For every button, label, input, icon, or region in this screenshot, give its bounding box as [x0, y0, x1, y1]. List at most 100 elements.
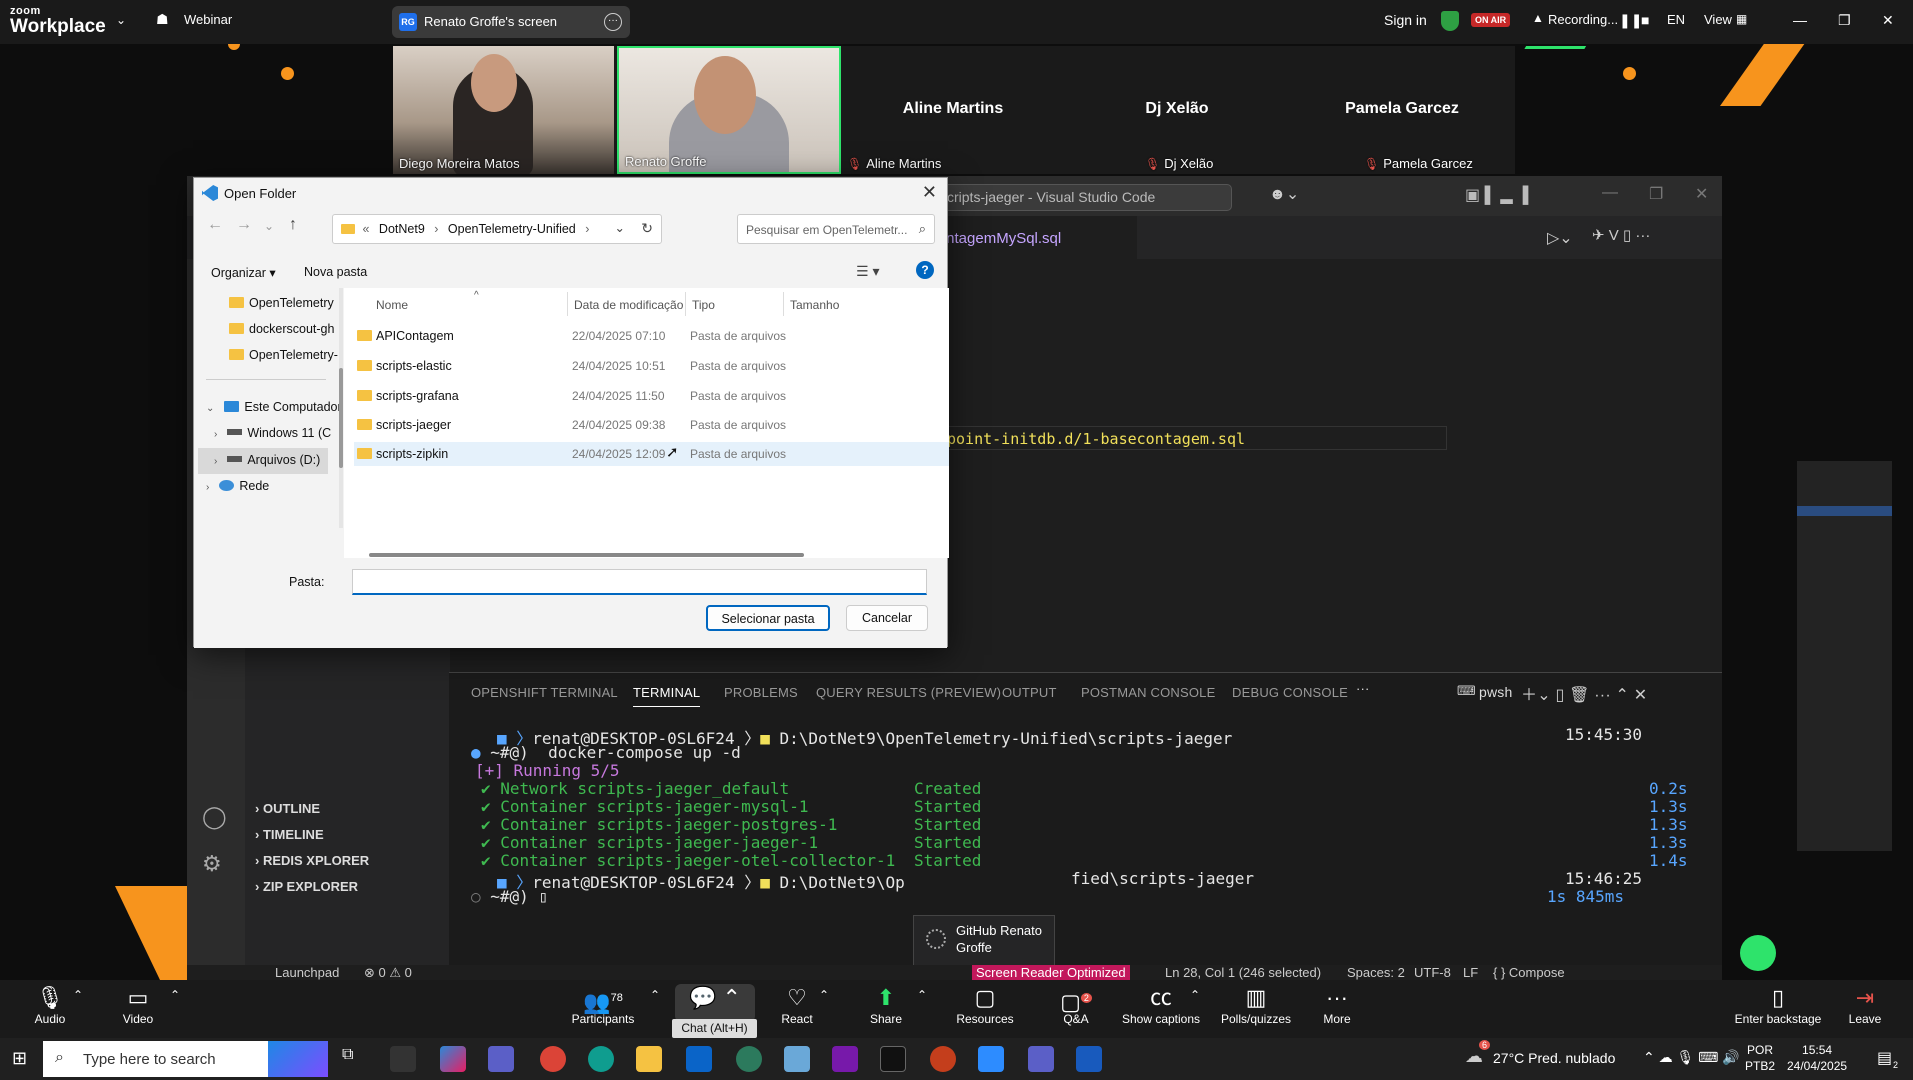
- edge-app-icon[interactable]: [588, 1046, 614, 1072]
- section-timeline[interactable]: › TIMELINE: [255, 827, 324, 842]
- recent-icon[interactable]: ⌄: [264, 219, 274, 233]
- view-options-icon[interactable]: ☰ ▾: [856, 263, 879, 280]
- polls-button[interactable]: ▥ Polls/quizzes: [1215, 984, 1297, 1026]
- column-type[interactable]: Tipo: [692, 298, 715, 312]
- indentation[interactable]: Spaces: 2: [1347, 965, 1405, 980]
- enter-backstage-button[interactable]: ▯ Enter backstage: [1733, 984, 1823, 1026]
- language-label[interactable]: EN: [1667, 12, 1685, 27]
- audio-options-icon[interactable]: ⌃: [73, 988, 83, 1002]
- cursor-position[interactable]: Ln 28, Col 1 (246 selected): [1165, 965, 1321, 980]
- participant-tile[interactable]: Aline Martins 🎙 Aline Martins: [841, 46, 1065, 174]
- outlook-app-icon[interactable]: [686, 1046, 712, 1072]
- tree-item[interactable]: OpenTelemetry: [229, 296, 344, 310]
- run-icon[interactable]: ▷⌄: [1547, 228, 1573, 248]
- layout-icon[interactable]: ▣ ▌ ▂ ▐: [1465, 185, 1528, 205]
- react-options-icon[interactable]: ⌃: [819, 988, 829, 1002]
- copilot-icon[interactable]: ☻⌄: [1269, 184, 1299, 204]
- app-icon[interactable]: [736, 1046, 762, 1072]
- back-icon[interactable]: ←: [207, 216, 223, 234]
- captions-options-icon[interactable]: ⌃: [1190, 988, 1200, 1002]
- tab-postman[interactable]: POSTMAN CONSOLE: [1081, 685, 1215, 700]
- settings-gear-icon[interactable]: ⚙: [202, 851, 222, 877]
- screen-reader-item[interactable]: Screen Reader Optimized: [972, 965, 1130, 980]
- more-options-icon[interactable]: ···: [604, 13, 622, 31]
- chevron-right-icon[interactable]: ›: [214, 429, 217, 440]
- copilot-app-icon[interactable]: [440, 1046, 466, 1072]
- powerpoint-app-icon[interactable]: [930, 1046, 956, 1072]
- audio-button[interactable]: 🎙 Audio: [30, 984, 70, 1026]
- command-center[interactable]: scripts-jaeger - Visual Studio Code: [927, 184, 1232, 211]
- tab-openshift[interactable]: OPENSHIFT TERMINAL: [471, 685, 618, 700]
- scroll-thumb[interactable]: [339, 368, 343, 468]
- organize-menu[interactable]: Organizar ▾: [211, 265, 276, 280]
- console-app-icon[interactable]: [880, 1046, 906, 1072]
- tab-terminal[interactable]: TERMINAL: [633, 685, 701, 707]
- section-outline[interactable]: › OUTLINE: [255, 801, 320, 816]
- new-folder-button[interactable]: Nova pasta: [304, 265, 367, 279]
- column-name[interactable]: Nome: [376, 298, 408, 312]
- more-icon[interactable]: ···: [1356, 681, 1370, 696]
- close-icon[interactable]: ✕: [1695, 184, 1708, 204]
- folder-row[interactable]: scripts-grafana 24/04/2025 11:50 Pasta de …: [354, 384, 949, 408]
- tree-item[interactable]: ⌄ Este Computador: [206, 400, 344, 414]
- stop-icon[interactable]: ■: [1641, 12, 1649, 28]
- teams-app-icon[interactable]: [488, 1046, 514, 1072]
- tab-problems[interactable]: PROBLEMS: [724, 685, 798, 700]
- participants-button[interactable]: 👥78 Participants: [567, 984, 639, 1026]
- tree-item[interactable]: › Windows 11 (C: [214, 426, 344, 440]
- tab-output[interactable]: OUTPUT: [1002, 685, 1057, 700]
- more-button[interactable]: ··· More: [1320, 984, 1354, 1026]
- up-icon[interactable]: ↑: [289, 216, 297, 234]
- encoding[interactable]: UTF-8: [1414, 965, 1451, 980]
- cancel-button[interactable]: Cancelar: [846, 605, 928, 631]
- taskbar-search[interactable]: ⌕ Type here to search: [43, 1041, 328, 1077]
- tab-debug[interactable]: DEBUG CONSOLE: [1232, 685, 1348, 700]
- forward-icon[interactable]: →: [236, 216, 252, 234]
- language-mode[interactable]: { } Compose: [1493, 965, 1565, 980]
- expand-icon[interactable]: ⌄: [206, 403, 214, 414]
- address-bar[interactable]: « DotNet9 › OpenTelemetry-Unified › ⌄ ↻: [332, 214, 662, 244]
- breadcrumb-item[interactable]: OpenTelemetry-Unified: [448, 222, 576, 236]
- close-icon[interactable]: ✕: [1882, 12, 1894, 29]
- tab-query-results[interactable]: QUERY RESULTS (PREVIEW): [816, 685, 1001, 700]
- horizontal-scrollbar[interactable]: [369, 553, 804, 557]
- folder-row[interactable]: APIContagem 22/04/2025 07:10 Pasta de arqu…: [354, 324, 949, 348]
- video-button[interactable]: ▭ Video: [118, 984, 158, 1026]
- qa-button[interactable]: ▢ 2 Q&A: [1056, 984, 1096, 1026]
- resources-button[interactable]: ▢ Resources: [955, 984, 1015, 1026]
- participant-tile[interactable]: Dj Xelão 🎙 Dj Xelão: [1065, 46, 1289, 174]
- help-icon[interactable]: ?: [916, 261, 934, 279]
- toolbar-icons[interactable]: ✈ V ▯ ···: [1592, 226, 1650, 244]
- eol[interactable]: LF: [1463, 965, 1478, 980]
- sign-in-link[interactable]: Sign in: [1384, 12, 1427, 28]
- pause-icon[interactable]: ❚❚: [1619, 12, 1642, 29]
- folder-name-input[interactable]: [352, 569, 927, 595]
- webinar-label[interactable]: Webinar: [184, 12, 232, 27]
- input-language[interactable]: POR PTB2: [1745, 1042, 1775, 1074]
- zoom-app-icon[interactable]: [978, 1046, 1004, 1072]
- word-app-icon[interactable]: [1076, 1046, 1102, 1072]
- participant-tile[interactable]: Pamela Garcez 🎙 Pamela Garcez: [1289, 46, 1515, 174]
- view-menu[interactable]: View: [1704, 12, 1732, 27]
- section-zip[interactable]: › ZIP EXPLORER: [255, 879, 358, 894]
- chevron-down-icon[interactable]: ⌄: [116, 13, 126, 27]
- breadcrumb-item[interactable]: DotNet9: [379, 222, 425, 236]
- column-date[interactable]: Data de modificação: [574, 298, 683, 312]
- tray-icons[interactable]: ⌃ ☁ 🎙 ⌨ 🔊: [1643, 1049, 1740, 1066]
- folder-row[interactable]: scripts-jaeger 24/04/2025 09:38 Pasta de a…: [354, 413, 949, 437]
- windows-start-icon[interactable]: ⊞: [12, 1048, 27, 1069]
- address-dropdown-icon[interactable]: ⌄: [615, 220, 625, 235]
- tree-item[interactable]: dockerscout-gh: [229, 322, 344, 336]
- shell-name[interactable]: pwsh: [1479, 684, 1512, 700]
- close-icon[interactable]: ✕: [922, 182, 937, 203]
- app-icon[interactable]: [784, 1046, 810, 1072]
- video-tile-active[interactable]: Renato Groffe: [617, 46, 841, 174]
- chat-button[interactable]: 💬 ⌃: [675, 984, 755, 1022]
- restore-icon[interactable]: ❐: [1649, 184, 1663, 204]
- notification-icon[interactable]: ▤: [1877, 1048, 1892, 1068]
- share-options-icon[interactable]: ⌃: [917, 988, 927, 1002]
- nav-scrollbar[interactable]: [339, 288, 343, 528]
- teams-app-icon[interactable]: [1028, 1046, 1054, 1072]
- task-view-icon[interactable]: ⧉: [342, 1046, 368, 1072]
- explorer-app-icon[interactable]: [636, 1046, 662, 1072]
